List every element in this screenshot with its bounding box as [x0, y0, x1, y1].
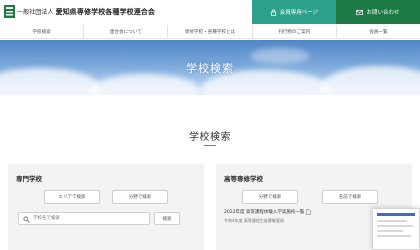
organization-logo-icon[interactable] [4, 5, 15, 18]
site-title[interactable]: 一般社団法人 愛知県専修学校各種学校連合会 [17, 7, 155, 17]
main-nav: 学校検索 連合会について 専修学校・各種学校とは 刊行物のご案内 会員一覧 [0, 25, 420, 39]
nav-item-members[interactable]: 会員一覧 [335, 25, 420, 38]
search-icon [23, 216, 30, 223]
doc-link-label: 2022年度 高等課程体験入学実施校一覧 [224, 210, 305, 215]
member-page-label: 会員専用ページ [279, 10, 319, 16]
mail-icon [356, 9, 364, 15]
vocational-school-card: 専門学校 エリアで検索 分野で検索 検索 [8, 164, 204, 250]
school-name-search [18, 212, 150, 225]
preview-header [377, 213, 415, 216]
preview-line [377, 230, 403, 232]
member-page-button[interactable]: 会員専用ページ [252, 0, 336, 24]
contact-button[interactable]: お問い合わせ [336, 0, 420, 24]
search-button[interactable]: 検索 [154, 212, 180, 225]
area-search-button[interactable]: エリアで検索 [44, 190, 100, 204]
search-input[interactable] [33, 213, 143, 224]
card-title: 専門学校 [16, 175, 42, 183]
nav-item-publications[interactable]: 刊行物のご案内 [251, 25, 336, 38]
field-search-button[interactable]: 分野で検索 [242, 190, 298, 204]
floating-preview-widget[interactable] [372, 208, 420, 250]
hero-title: 学校検索 [186, 62, 234, 75]
cloud-decoration [90, 74, 200, 95]
preview-line [377, 225, 413, 227]
field-search-button[interactable]: 分野で検索 [112, 190, 168, 204]
preview-line [377, 220, 407, 222]
admission-guide-link[interactable]: 令和4年度 高等課程生徒募集要項 [224, 218, 284, 224]
hero-banner: 学校検索 [0, 40, 420, 95]
document-icon [306, 209, 312, 215]
title-underline [204, 145, 216, 146]
org-name: 愛知県専修学校各種学校連合会 [55, 8, 156, 16]
nav-item-about[interactable]: 連合会について [83, 25, 167, 38]
lock-icon [270, 9, 276, 16]
trial-admission-link[interactable]: 2022年度 高等課程体験入学実施校一覧 [224, 209, 312, 215]
site-header: 一般社団法人 愛知県専修学校各種学校連合会 会員専用ページ お問い合わせ [0, 0, 420, 26]
nav-item-what-is[interactable]: 専修学校・各種学校とは [167, 25, 251, 38]
card-title: 高等専修学校 [224, 175, 263, 183]
org-prefix: 一般社団法人 [17, 9, 54, 16]
contact-label: お問い合わせ [366, 10, 400, 16]
page-title: 学校検索 [189, 132, 231, 143]
preview-line [377, 235, 411, 237]
nav-item-school-search[interactable]: 学校検索 [0, 25, 83, 38]
name-search-button[interactable]: 名前で検索 [322, 190, 378, 204]
